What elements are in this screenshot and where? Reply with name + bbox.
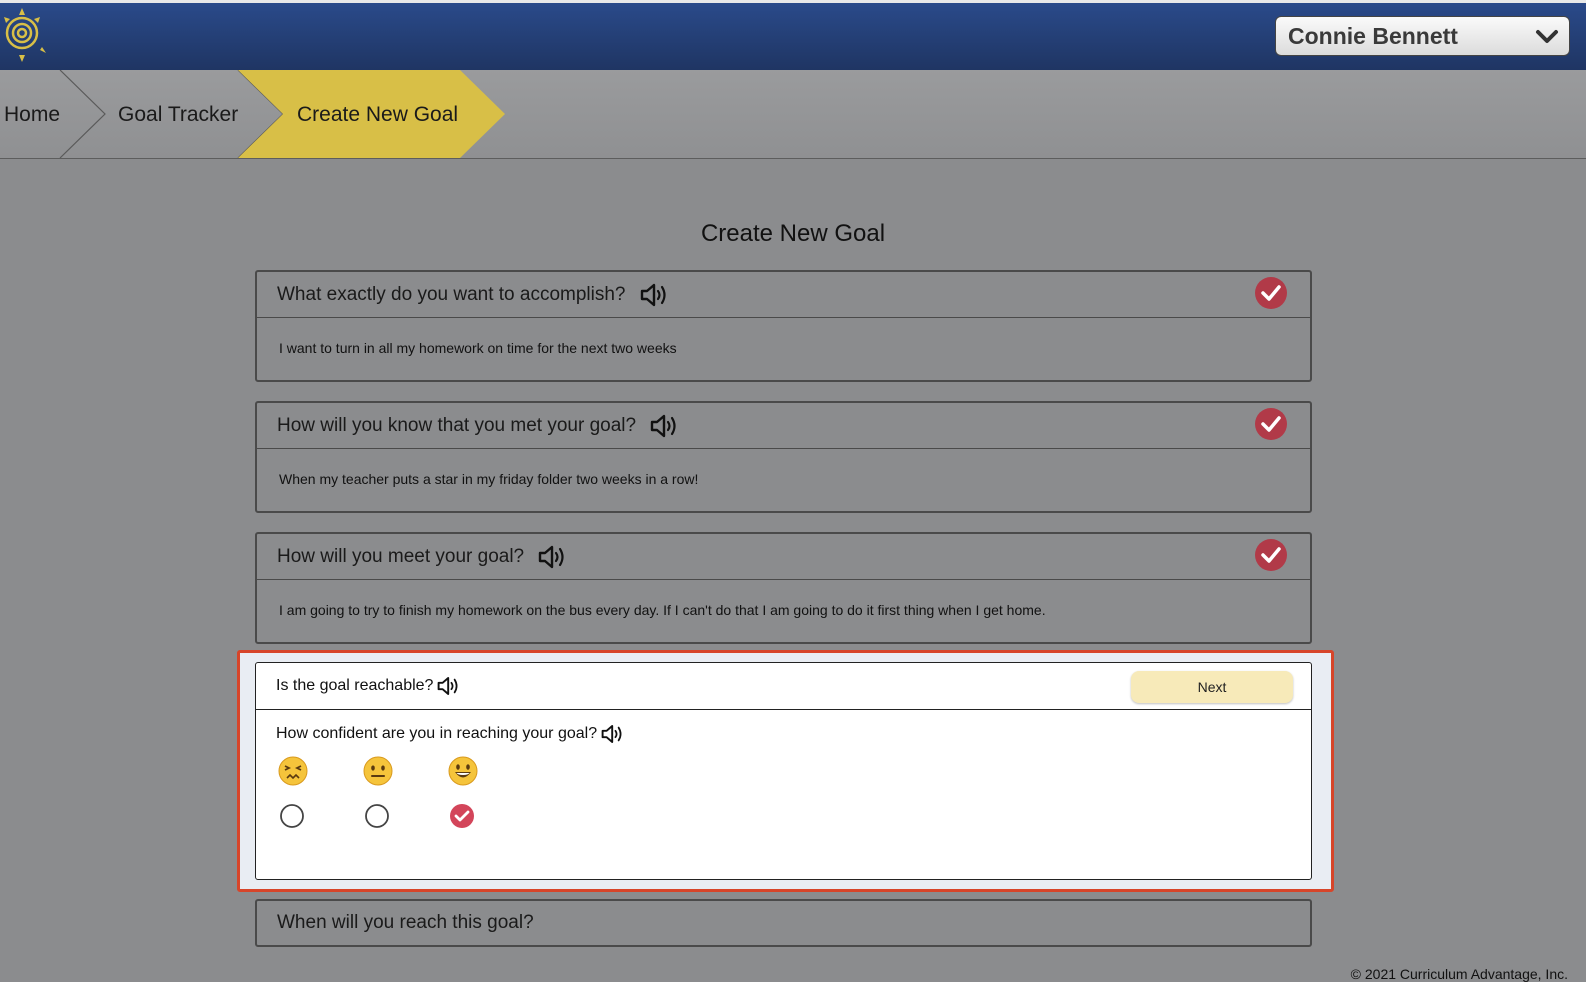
question-card-3: How will you meet your goal? I am going … bbox=[255, 532, 1312, 644]
user-account-dropdown[interactable]: Connie Bennett bbox=[1275, 16, 1570, 56]
speaker-icon[interactable] bbox=[650, 413, 680, 439]
speaker-icon[interactable] bbox=[601, 723, 625, 745]
speaker-icon[interactable] bbox=[538, 544, 568, 570]
next-button[interactable]: Next bbox=[1131, 671, 1293, 703]
sun-spiral-logo-icon bbox=[4, 8, 46, 62]
breadcrumb-arrows: Home Goal Tracker Create New Goal bbox=[4, 70, 505, 158]
breadcrumb-create-new-goal: Create New Goal bbox=[297, 103, 458, 126]
question-header: How will you know that you met your goal… bbox=[257, 403, 1310, 449]
chevron-down-icon bbox=[1536, 30, 1558, 43]
active-question-text: Is the goal reachable? bbox=[276, 677, 434, 694]
user-name: Connie Bennett bbox=[1288, 22, 1458, 49]
question-card-2: How will you know that you met your goal… bbox=[255, 401, 1312, 513]
confidence-option-high bbox=[443, 755, 483, 792]
breadcrumb-goal-tracker[interactable]: Goal Tracker bbox=[118, 103, 238, 126]
question-text: What exactly do you want to accomplish? bbox=[277, 283, 626, 305]
top-header: Connie Bennett bbox=[0, 0, 1586, 70]
speaker-icon[interactable] bbox=[640, 282, 670, 308]
completed-check-icon bbox=[1255, 277, 1287, 309]
question-text: How will you meet your goal? bbox=[277, 545, 525, 567]
question-card-1: What exactly do you want to accomplish? … bbox=[255, 270, 1312, 382]
answer-text: I want to turn in all my homework on tim… bbox=[279, 340, 677, 356]
radio-low[interactable] bbox=[279, 803, 305, 829]
question-header: How will you meet your goal? bbox=[257, 534, 1310, 580]
neutral-face-icon bbox=[363, 756, 393, 786]
completed-check-icon bbox=[1255, 539, 1287, 571]
answer-text: When my teacher puts a star in my friday… bbox=[279, 471, 699, 487]
breadcrumb: Home Goal Tracker Create New Goal bbox=[0, 70, 1586, 159]
confidence-question-text: How confident are you in reaching your g… bbox=[276, 725, 598, 742]
radio-medium[interactable] bbox=[364, 803, 390, 829]
question-text: When will you reach this goal? bbox=[277, 912, 534, 933]
question-card-5[interactable]: When will you reach this goal? bbox=[255, 899, 1312, 947]
radio-high-selected-check-icon[interactable] bbox=[449, 803, 475, 829]
question-text: How will you know that you met your goal… bbox=[277, 414, 637, 436]
page-title: Create New Goal bbox=[700, 220, 886, 247]
active-question-header: Is the goal reachable? Next bbox=[256, 663, 1311, 710]
confidence-option-medium bbox=[358, 755, 398, 792]
confidence-question: How confident are you in reaching your g… bbox=[276, 723, 625, 745]
breadcrumb-home[interactable]: Home bbox=[4, 103, 60, 126]
confidence-option-low bbox=[273, 755, 313, 792]
active-question-card: Is the goal reachable? Next How confiden… bbox=[255, 662, 1312, 880]
question-header: What exactly do you want to accomplish? bbox=[257, 272, 1310, 318]
answer-text: I am going to try to finish my homework … bbox=[279, 602, 1046, 618]
question-header: When will you reach this goal? bbox=[257, 901, 1310, 945]
completed-check-icon bbox=[1255, 408, 1287, 440]
speaker-icon[interactable] bbox=[437, 675, 461, 697]
persevering-face-icon bbox=[278, 756, 308, 786]
grinning-face-icon bbox=[448, 756, 478, 786]
